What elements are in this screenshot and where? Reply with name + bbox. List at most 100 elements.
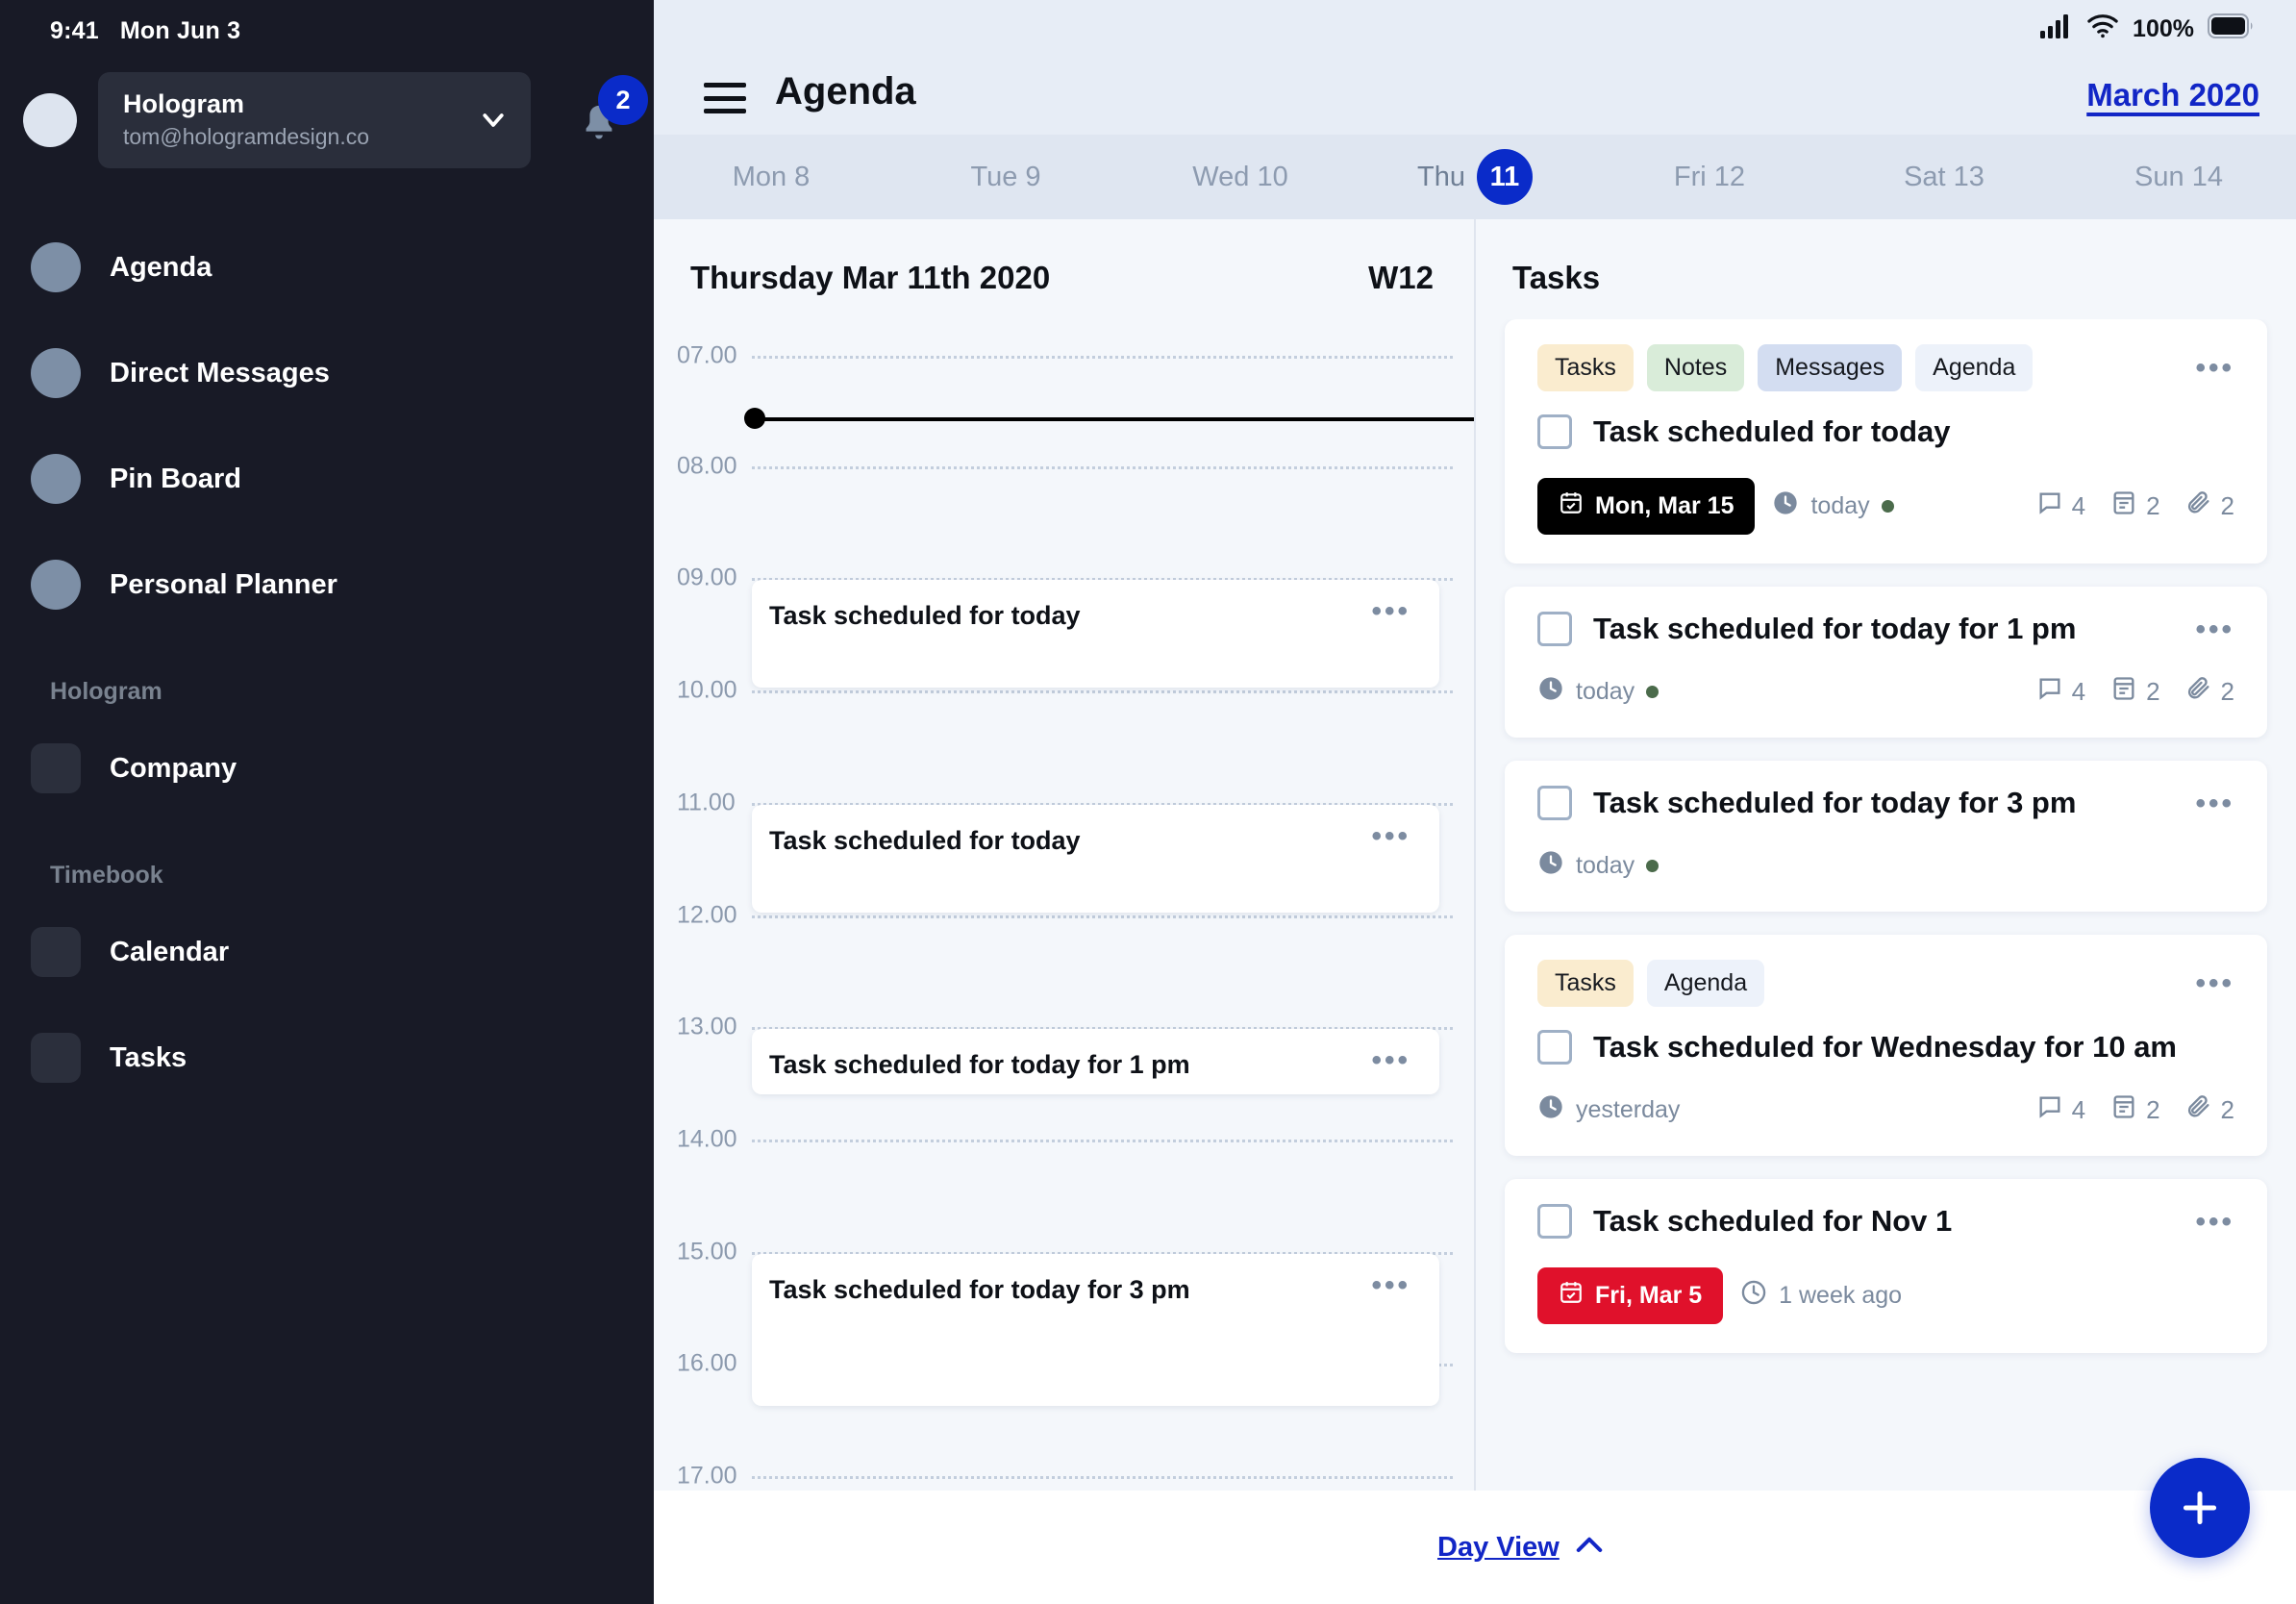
week-day-label: Thu: [1417, 161, 1465, 192]
tag-agenda[interactable]: Agenda: [1646, 960, 1765, 1007]
calendar-event[interactable]: Task scheduled for today •••: [752, 580, 1439, 688]
task-title: Task scheduled for today for 3 pm: [1593, 786, 2077, 819]
paperclip-icon: [2185, 489, 2212, 523]
timeline[interactable]: 07.00 08.00 09.00 10.00 11.00 12.00 13.0…: [654, 325, 1474, 1491]
week-day-fri-12[interactable]: Fri 12: [1592, 162, 1827, 193]
tag-tasks[interactable]: Tasks: [1537, 960, 1634, 1007]
dot-icon: [31, 454, 81, 504]
hour-gridline: [752, 1476, 1453, 1479]
task-title: Task scheduled for today for 1 pm: [1593, 612, 2077, 645]
square-icon: [31, 1033, 81, 1083]
sidebar-section-title-hologram: Hologram: [50, 678, 162, 705]
sidebar-item-company[interactable]: Company: [0, 715, 654, 821]
due-date-pill[interactable]: Fri, Mar 5: [1537, 1267, 1724, 1324]
week-day-label: Sat 13: [1904, 161, 1984, 192]
task-meta: today 4 2 2: [1537, 675, 2234, 709]
calendar-event[interactable]: Task scheduled for today for 3 pm •••: [752, 1254, 1439, 1406]
sidebar-nav: Agenda Direct Messages Pin Board Persona…: [0, 214, 654, 638]
account-switcher[interactable]: Hologram tom@hologramdesign.co: [98, 72, 531, 168]
week-day-mon-8[interactable]: Mon 8: [654, 162, 888, 193]
task-checkbox[interactable]: [1537, 414, 1572, 449]
task-title-row: Task scheduled for today: [1537, 414, 2234, 449]
task-card[interactable]: Task scheduled for today for 3 pm ••• to…: [1505, 761, 2267, 912]
task-checkbox[interactable]: [1537, 612, 1572, 646]
comment-count: 4: [2036, 489, 2085, 523]
task-checkbox[interactable]: [1537, 1204, 1572, 1239]
paperclip-icon: [2185, 1093, 2212, 1127]
due-date-pill[interactable]: Mon, Mar 15: [1537, 478, 1756, 535]
week-day-sun-14[interactable]: Sun 14: [2061, 162, 2296, 193]
task-card[interactable]: Tasks Notes Messages Agenda ••• Task sch…: [1505, 319, 2267, 564]
comment-count-value: 4: [2071, 1095, 2086, 1124]
note-count-value: 2: [2146, 677, 2160, 706]
day-view-header: Thursday Mar 11th 2020 W12: [654, 219, 1474, 325]
task-checkbox[interactable]: [1537, 786, 1572, 820]
task-meta: today: [1537, 849, 2234, 883]
dot-icon: [31, 560, 81, 610]
task-counts: 4 2 2: [2036, 1093, 2234, 1127]
sidebar-item-label: Pin Board: [110, 463, 241, 494]
hour-label: 11.00: [677, 789, 736, 816]
calendar-event-title: Task scheduled for today: [769, 826, 1081, 855]
tag-messages[interactable]: Messages: [1758, 344, 1903, 391]
clock-icon: [1537, 1093, 1564, 1127]
sidebar-item-label: Direct Messages: [110, 357, 330, 388]
note-count-value: 2: [2146, 1095, 2160, 1124]
more-icon[interactable]: •••: [1371, 822, 1410, 851]
account-email: tom@hologramdesign.co: [123, 123, 370, 149]
task-checkbox[interactable]: [1537, 1030, 1572, 1065]
task-card[interactable]: Tasks Agenda ••• Task scheduled for Wedn…: [1505, 935, 2267, 1156]
sidebar-item-direct-messages[interactable]: Direct Messages: [0, 320, 654, 426]
more-icon[interactable]: •••: [2195, 614, 2234, 643]
avatar[interactable]: [23, 93, 77, 147]
task-title-row: Task scheduled for Wednesday for 10 am: [1537, 1030, 2234, 1065]
tasks-list[interactable]: Tasks Notes Messages Agenda ••• Task sch…: [1476, 319, 2296, 1604]
more-icon[interactable]: •••: [2195, 1207, 2234, 1236]
week-day-sat-13[interactable]: Sat 13: [1827, 162, 2061, 193]
week-day-label: Tue 9: [970, 161, 1041, 192]
hour-gridline: [752, 356, 1453, 359]
hour-label: 12.00: [677, 901, 737, 929]
week-day-wed-10[interactable]: Wed 10: [1123, 162, 1358, 193]
tag-agenda[interactable]: Agenda: [1915, 344, 2034, 391]
sidebar-item-pin-board[interactable]: Pin Board: [0, 426, 654, 532]
sidebar-item-label: Company: [110, 752, 237, 784]
sidebar-item-tasks[interactable]: Tasks: [0, 1005, 654, 1111]
day-view-button[interactable]: Day View: [1437, 1532, 1604, 1564]
week-day-tue-9[interactable]: Tue 9: [888, 162, 1123, 193]
tag-tasks[interactable]: Tasks: [1537, 344, 1634, 391]
task-card[interactable]: Task scheduled for today for 1 pm ••• to…: [1505, 587, 2267, 738]
week-day-label: Wed 10: [1192, 161, 1288, 192]
day-view-label: Day View: [1437, 1532, 1560, 1563]
more-icon[interactable]: •••: [2195, 354, 2234, 383]
week-day-label: Fri 12: [1673, 161, 1746, 192]
tag-notes[interactable]: Notes: [1646, 344, 1745, 391]
sidebar: 9:41 Mon Jun 3 Hologram tom@hologramdesi…: [0, 0, 654, 1604]
more-icon[interactable]: •••: [1371, 1046, 1410, 1075]
time-ago-label: today: [1576, 852, 1635, 879]
week-day-thu-11[interactable]: Thu 11: [1358, 149, 1592, 205]
hour-gridline: [752, 915, 1453, 918]
current-time-knob: [744, 408, 765, 429]
attachment-count: 2: [2185, 489, 2234, 523]
comment-count-value: 4: [2071, 677, 2086, 706]
notifications-button[interactable]: 2: [577, 75, 648, 154]
task-card[interactable]: Task scheduled for Nov 1 ••• Fri, Mar 5: [1505, 1179, 2267, 1353]
more-icon[interactable]: •••: [2195, 969, 2234, 998]
task-counts: 4 2 2: [2036, 675, 2234, 709]
calendar-event[interactable]: Task scheduled for today •••: [752, 805, 1439, 913]
task-counts: 4 2 2: [2036, 489, 2234, 523]
add-button[interactable]: [2150, 1458, 2250, 1558]
hamburger-icon[interactable]: [704, 83, 746, 113]
sidebar-item-calendar[interactable]: Calendar: [0, 899, 654, 1005]
more-icon[interactable]: •••: [2195, 789, 2234, 817]
calendar-event[interactable]: Task scheduled for today for 1 pm •••: [752, 1029, 1439, 1094]
sidebar-item-personal-planner[interactable]: Personal Planner: [0, 532, 654, 638]
hour-label: 10.00: [677, 676, 737, 704]
dot-icon: [31, 348, 81, 398]
more-icon[interactable]: •••: [1371, 1271, 1410, 1300]
sidebar-item-agenda[interactable]: Agenda: [0, 214, 654, 320]
more-icon[interactable]: •••: [1371, 597, 1410, 626]
month-link[interactable]: March 2020: [2086, 77, 2259, 113]
comment-count: 4: [2036, 1093, 2085, 1127]
